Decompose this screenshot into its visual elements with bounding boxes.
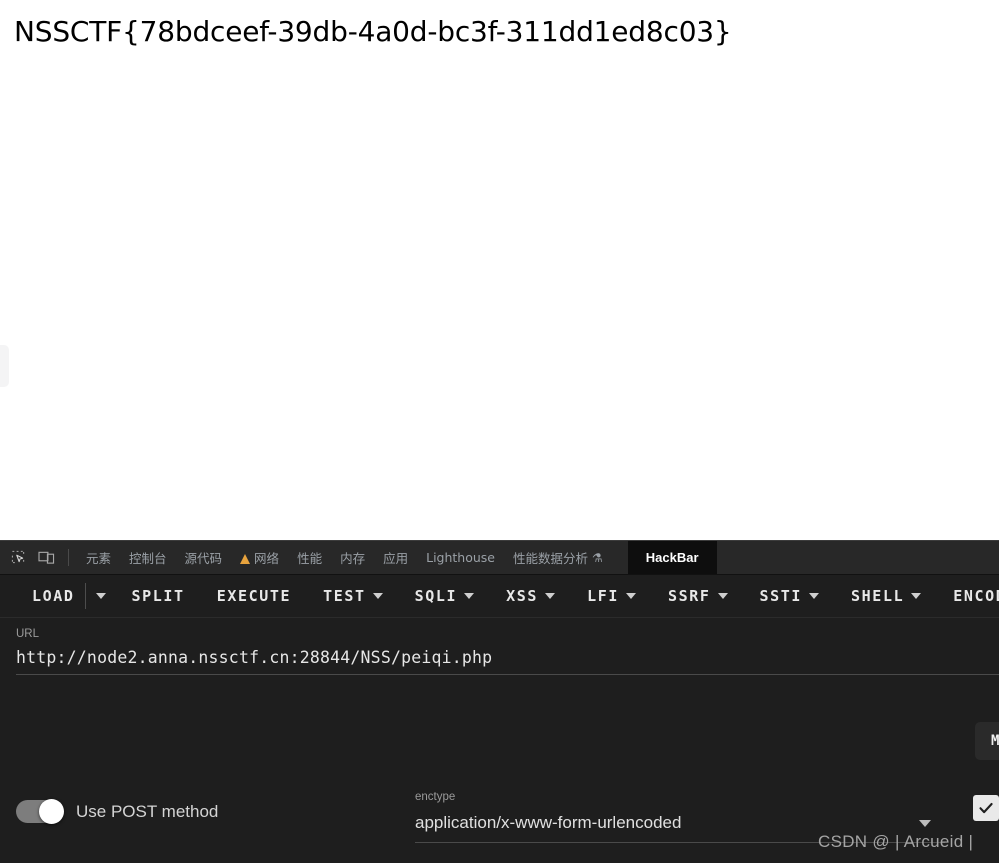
chevron-down-icon: [911, 593, 922, 599]
page-scrollbar[interactable]: [0, 345, 9, 387]
url-field-group: URL http://node2.anna.nssctf.cn:28844/NS…: [16, 628, 999, 675]
split-button[interactable]: SPLIT: [116, 575, 201, 617]
shell-menu-label: SHELL: [851, 587, 905, 605]
tab-label: 元素: [86, 551, 112, 566]
tab-memory[interactable]: 内存: [331, 541, 374, 574]
load-button-label: LOAD: [32, 587, 75, 605]
tab-lighthouse[interactable]: Lighthouse: [417, 541, 504, 574]
warning-icon: [240, 553, 251, 564]
tabstrip-divider: [68, 549, 69, 566]
tab-label: 控制台: [129, 551, 167, 566]
chevron-down-icon: [95, 593, 106, 599]
sqli-menu[interactable]: SQLI: [399, 575, 491, 617]
split-button-label: SPLIT: [131, 587, 185, 605]
csdn-watermark: CSDN @ | Arcueid |: [818, 832, 974, 851]
execute-button[interactable]: EXECUTE: [201, 575, 307, 617]
tab-console[interactable]: 控制台: [120, 541, 176, 574]
toggle-knob: [39, 799, 64, 824]
tab-label: 性能数据分析: [513, 551, 589, 566]
chevron-down-icon: [372, 593, 383, 599]
ssti-menu[interactable]: SSTI: [744, 575, 836, 617]
encoding-menu[interactable]: ENCODING: [937, 575, 999, 617]
use-post-method-toggle[interactable]: [16, 799, 64, 824]
encoding-menu-label: ENCODING: [953, 587, 999, 605]
tab-sources[interactable]: 源代码: [176, 541, 232, 574]
urlencode-checkbox[interactable]: [973, 795, 999, 821]
post-method-row[interactable]: Use POST method: [16, 799, 219, 824]
chevron-down-icon: [625, 593, 636, 599]
tab-label: Lighthouse: [426, 550, 495, 565]
execute-button-label: EXECUTE: [216, 587, 292, 605]
devtools-panel: 元素 控制台 源代码 网络 性能 内存 应用 Lighthouse 性能数据分析…: [0, 540, 999, 863]
browser-page-viewport: NSSCTF{78bdceef-39db-4a0d-bc3f-311dd1ed8…: [0, 0, 999, 540]
enctype-label: enctype: [415, 791, 456, 803]
enctype-value: application/x-www-form-urlencoded: [415, 813, 682, 832]
tab-hackbar[interactable]: HackBar: [627, 541, 717, 574]
ssrf-menu[interactable]: SSRF: [652, 575, 744, 617]
tab-network[interactable]: 网络: [231, 541, 288, 574]
tab-label: 内存: [340, 551, 366, 566]
tab-performance[interactable]: 性能: [288, 541, 331, 574]
chevron-down-icon: [809, 593, 820, 599]
test-menu[interactable]: TEST: [307, 575, 399, 617]
sqli-menu-label: SQLI: [414, 587, 458, 605]
tab-label: 源代码: [184, 551, 223, 566]
tab-label: HackBar: [645, 550, 699, 565]
use-post-method-label: Use POST method: [76, 801, 219, 821]
lfi-menu-label: LFI: [587, 587, 619, 605]
tab-label: 网络: [254, 551, 280, 566]
chevron-down-icon: [464, 593, 475, 599]
tab-label: 性能: [297, 551, 323, 566]
inspect-element-icon[interactable]: [4, 541, 32, 574]
devtools-tabstrip: 元素 控制台 源代码 网络 性能 内存 应用 Lighthouse 性能数据分析…: [0, 541, 999, 575]
hackbar-toolbar: LOAD SPLIT EXECUTE TEST SQLI XSS LFI SSR…: [0, 575, 999, 618]
url-input[interactable]: http://node2.anna.nssctf.cn:28844/NSS/pe…: [16, 648, 999, 675]
shell-menu[interactable]: SHELL: [835, 575, 937, 617]
chevron-down-icon: [919, 820, 931, 827]
chevron-down-icon: [545, 593, 556, 599]
modify-header-label: MODIFY HEADER: [991, 733, 999, 749]
tab-performance-insights[interactable]: 性能数据分析 ⚗: [504, 541, 612, 574]
modify-header-button[interactable]: MODIFY HEADER: [975, 722, 999, 760]
url-label: URL: [16, 628, 40, 640]
ssrf-menu-label: SSRF: [667, 587, 711, 605]
hackbar-form: URL http://node2.anna.nssctf.cn:28844/NS…: [0, 618, 999, 863]
checkmark-icon: [979, 802, 993, 814]
tab-label: 应用: [383, 551, 409, 566]
chevron-down-icon: [717, 593, 728, 599]
tab-elements[interactable]: 元素: [77, 541, 120, 574]
experimental-flask-icon: ⚗: [592, 550, 603, 565]
xss-menu-label: XSS: [506, 587, 539, 605]
page-title: NSSCTF{78bdceef-39db-4a0d-bc3f-311dd1ed8…: [14, 15, 732, 48]
device-toolbar-icon[interactable]: [32, 541, 60, 574]
test-menu-label: TEST: [323, 587, 366, 605]
load-button[interactable]: LOAD: [16, 575, 85, 617]
ssti-menu-label: SSTI: [759, 587, 803, 605]
tab-application[interactable]: 应用: [374, 541, 417, 574]
xss-menu[interactable]: XSS: [490, 575, 571, 617]
lfi-menu[interactable]: LFI: [571, 575, 652, 617]
load-dropdown-button[interactable]: [86, 575, 116, 617]
